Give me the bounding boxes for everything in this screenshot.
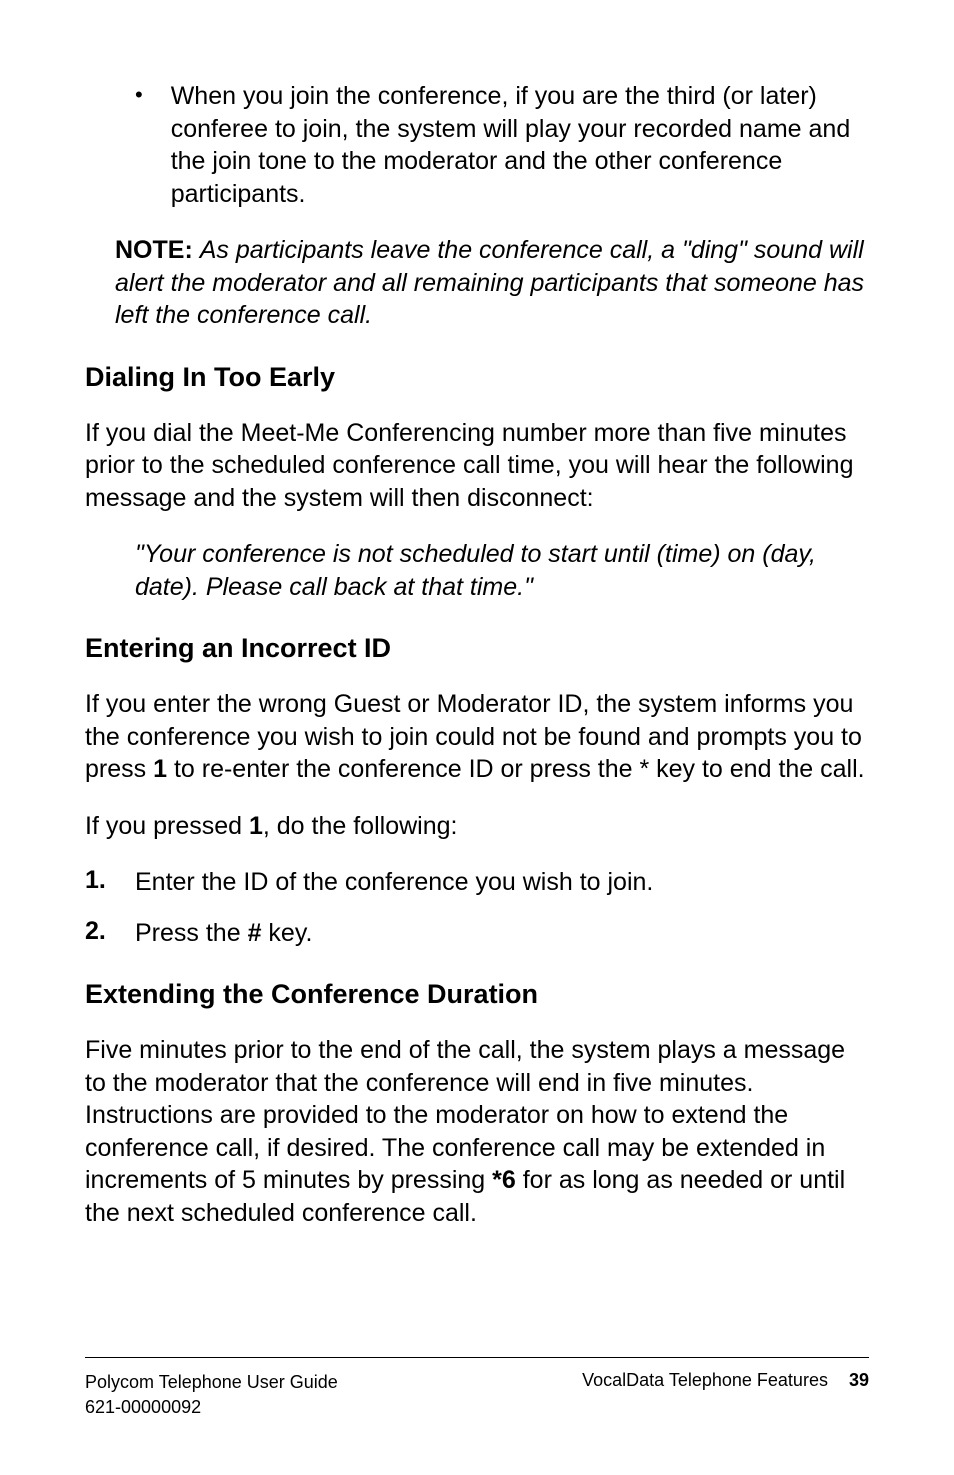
step-number: 1. <box>85 866 135 899</box>
note-text: As participants leave the conference cal… <box>115 236 864 329</box>
quote-dialing-early: "Your conference is not scheduled to sta… <box>135 538 869 603</box>
footer-divider <box>85 1357 869 1358</box>
footer-page-number: 39 <box>849 1370 869 1390</box>
text-segment: to re-enter the conference ID or press t… <box>167 755 865 783</box>
footer-doc-number: 621-00000092 <box>85 1395 338 1420</box>
footer-left: Polycom Telephone User Guide 621-0000009… <box>85 1370 338 1420</box>
footer-section-title: VocalData Telephone Features <box>582 1370 828 1390</box>
heading-incorrect-id: Entering an Incorrect ID <box>85 633 869 664</box>
heading-dialing-early: Dialing In Too Early <box>85 362 869 393</box>
bullet-marker: • <box>135 82 143 210</box>
footer-content: Polycom Telephone User Guide 621-0000009… <box>85 1370 869 1420</box>
step-number: 2. <box>85 917 135 950</box>
text-segment: key. <box>261 919 312 947</box>
step-1: 1. Enter the ID of the conference you wi… <box>85 866 869 899</box>
body-incorrect-id-1: If you enter the wrong Guest or Moderato… <box>85 688 869 786</box>
footer-right: VocalData Telephone Features 39 <box>582 1370 869 1391</box>
bold-key-1b: 1 <box>249 812 263 840</box>
heading-extend-duration: Extending the Conference Duration <box>85 979 869 1010</box>
step-text: Press the # key. <box>135 917 869 950</box>
body-dialing-early: If you dial the Meet-Me Conferencing num… <box>85 417 869 515</box>
bullet-item: • When you join the conference, if you a… <box>135 80 869 210</box>
text-segment: , do the following: <box>263 812 458 840</box>
footer-guide-title: Polycom Telephone User Guide <box>85 1370 338 1395</box>
step-text: Enter the ID of the conference you wish … <box>135 866 869 899</box>
bullet-text: When you join the conference, if you are… <box>171 80 869 210</box>
bold-hash-key: # <box>248 919 262 947</box>
bold-key-1: 1 <box>153 755 167 783</box>
body-incorrect-id-2: If you pressed 1, do the following: <box>85 810 869 843</box>
page-footer: Polycom Telephone User Guide 621-0000009… <box>85 1357 869 1420</box>
text-segment: If you pressed <box>85 812 249 840</box>
bold-star-6: *6 <box>492 1166 516 1194</box>
note-block: NOTE: As participants leave the conferen… <box>115 234 869 332</box>
step-2: 2. Press the # key. <box>85 917 869 950</box>
note-label: NOTE: <box>115 236 193 264</box>
body-extend-duration: Five minutes prior to the end of the cal… <box>85 1034 869 1229</box>
text-segment: Press the <box>135 919 248 947</box>
